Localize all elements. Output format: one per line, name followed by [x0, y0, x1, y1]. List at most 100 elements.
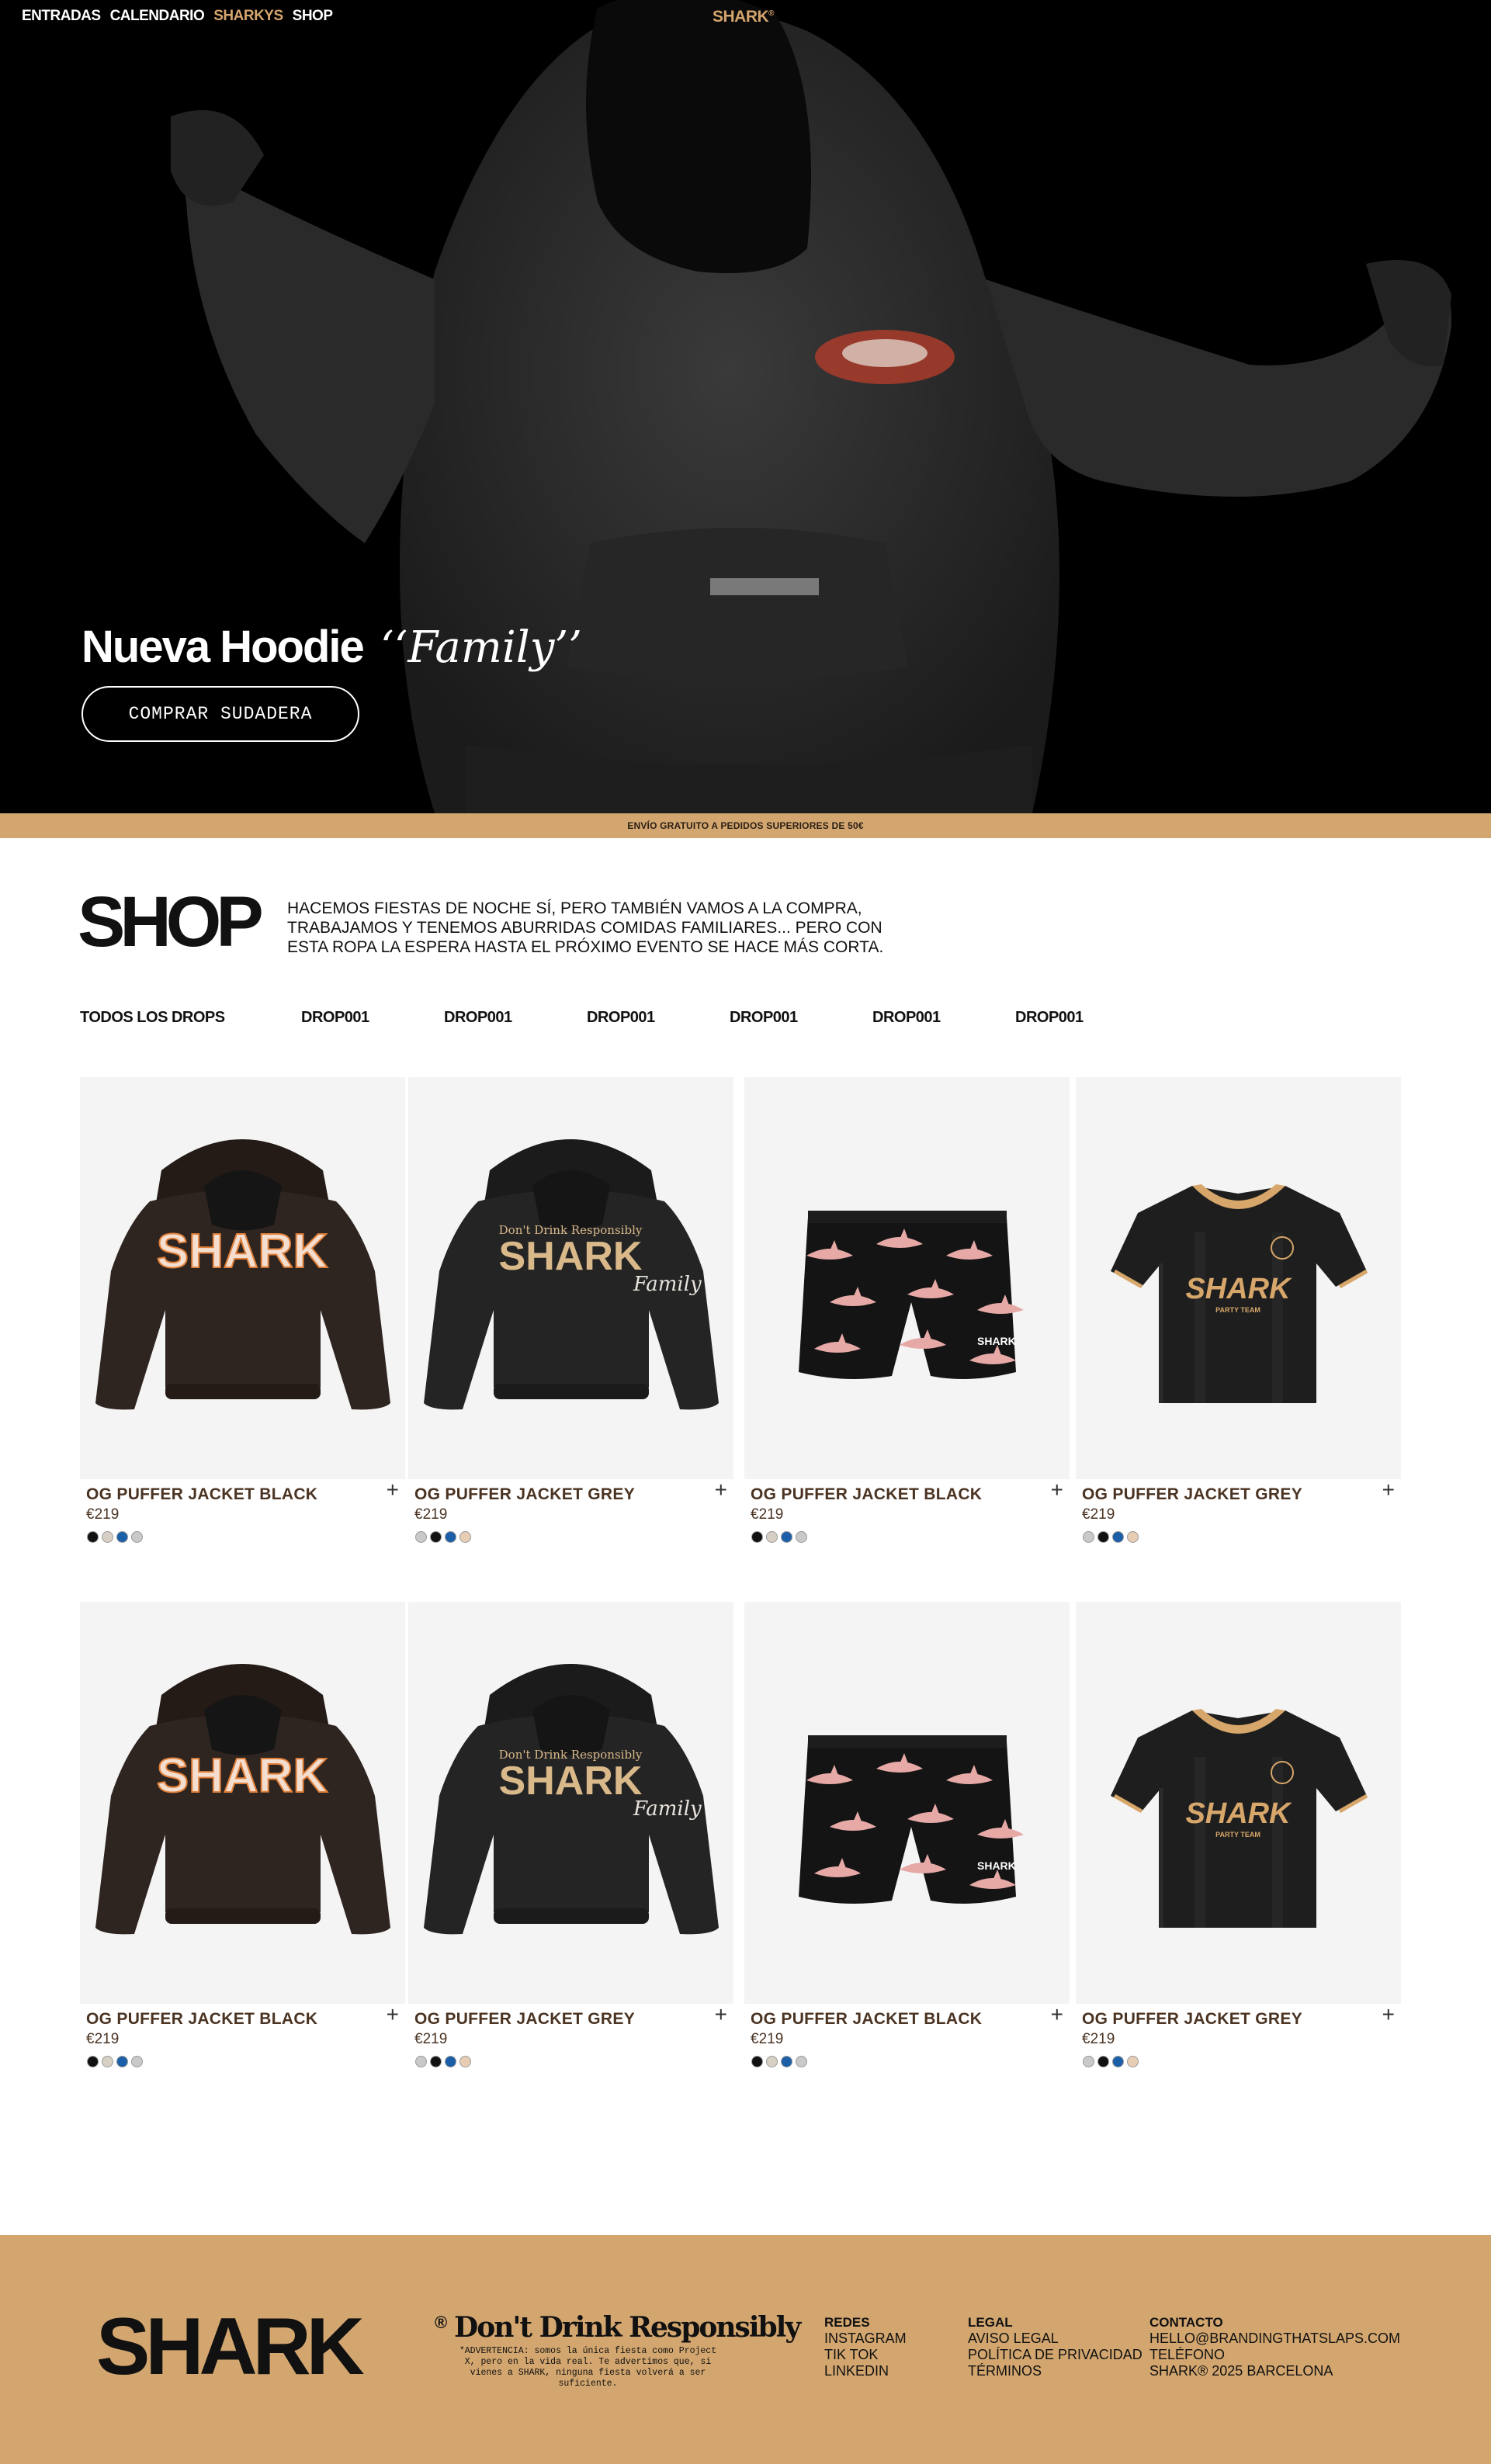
color-swatch[interactable] — [102, 1531, 113, 1543]
add-to-cart-plus-icon[interactable]: + — [1051, 1479, 1063, 1501]
color-swatch[interactable] — [459, 1531, 471, 1543]
footer-link-linkedin[interactable]: LINKEDIN — [824, 2363, 907, 2379]
color-swatch[interactable] — [1083, 2056, 1094, 2067]
color-swatch[interactable] — [1127, 1531, 1139, 1543]
color-swatch[interactable] — [1112, 1531, 1124, 1543]
footer-contact-phone[interactable]: TELÉFONO — [1149, 2347, 1400, 2363]
color-swatch[interactable] — [766, 1531, 778, 1543]
filter-drop-3[interactable]: DROP001 — [587, 1009, 730, 1027]
drop-filters: TODOS LOS DROPS DROP001 DROP001 DROP001 … — [80, 1009, 1084, 1027]
color-swatches — [1083, 1531, 1139, 1543]
color-swatch[interactable] — [1097, 2056, 1109, 2067]
color-swatch[interactable] — [116, 2056, 128, 2067]
product-image[interactable]: SHARK — [744, 1077, 1070, 1479]
color-swatch[interactable] — [1083, 1531, 1094, 1543]
add-to-cart-plus-icon[interactable]: + — [715, 2004, 727, 2026]
add-to-cart-plus-icon[interactable]: + — [715, 1479, 727, 1501]
add-to-cart-plus-icon[interactable]: + — [387, 2004, 399, 2026]
site-logo[interactable]: SHARK® — [713, 8, 775, 26]
footer-registered-mark: ® — [435, 2313, 448, 2332]
site-logo-mark: ® — [768, 9, 775, 18]
product-image[interactable]: SHARK — [80, 1077, 405, 1479]
add-to-cart-plus-icon[interactable]: + — [387, 1479, 399, 1501]
product-image[interactable]: SHARK PARTY TEAM — [1076, 1602, 1401, 2004]
footer-link-aviso-legal[interactable]: AVISO LEGAL — [968, 2331, 1143, 2347]
filter-drop-6[interactable]: DROP001 — [1015, 1009, 1084, 1027]
color-swatch[interactable] — [445, 2056, 456, 2067]
color-swatch[interactable] — [131, 1531, 143, 1543]
filter-drop-5[interactable]: DROP001 — [872, 1009, 1015, 1027]
print-text: SHARK — [1185, 1273, 1292, 1305]
site-logo-text: SHARK — [713, 8, 769, 26]
footer-link-terminos[interactable]: TÉRMINOS — [968, 2363, 1143, 2379]
color-swatch[interactable] — [751, 1531, 763, 1543]
product-image[interactable]: SHARK Don't Drink Responsibly Family — [408, 1077, 733, 1479]
color-swatch[interactable] — [116, 1531, 128, 1543]
footer-link-instagram[interactable]: INSTAGRAM — [824, 2331, 907, 2347]
color-swatch[interactable] — [766, 2056, 778, 2067]
color-swatch[interactable] — [1112, 2056, 1124, 2067]
color-swatch[interactable] — [1097, 1531, 1109, 1543]
shop-title: SHOP — [78, 882, 264, 962]
footer-link-tiktok[interactable]: TIK TOK — [824, 2347, 907, 2363]
add-to-cart-plus-icon[interactable]: + — [1382, 1479, 1395, 1501]
color-swatch[interactable] — [102, 2056, 113, 2067]
color-swatch[interactable] — [781, 2056, 792, 2067]
filter-all-drops[interactable]: TODOS LOS DROPS — [80, 1009, 301, 1027]
product-name[interactable]: OG PUFFER JACKET BLACK — [751, 2010, 982, 2029]
footer-link-privacidad[interactable]: POLÍTICA DE PRIVACIDAD — [968, 2347, 1143, 2363]
add-to-cart-plus-icon[interactable]: + — [1382, 2004, 1395, 2026]
print-text: SHARK — [157, 1749, 328, 1803]
product-name[interactable]: OG PUFFER JACKET GREY — [1082, 2010, 1302, 2029]
color-swatches — [751, 2056, 807, 2067]
color-swatch[interactable] — [751, 2056, 763, 2067]
product-image[interactable]: SHARK — [80, 1602, 405, 2004]
product-name[interactable]: OG PUFFER JACKET BLACK — [751, 1485, 982, 1504]
color-swatch[interactable] — [445, 1531, 456, 1543]
color-swatch[interactable] — [415, 2056, 427, 2067]
nav-item-shop[interactable]: SHOP — [293, 8, 333, 25]
filter-drop-2[interactable]: DROP001 — [444, 1009, 587, 1027]
nav-item-calendario[interactable]: CALENDARIO — [110, 8, 205, 25]
print-text: SHARK — [157, 1225, 328, 1278]
color-swatch[interactable] — [459, 2056, 471, 2067]
color-swatch[interactable] — [430, 1531, 442, 1543]
footer-legal-heading: LEGAL — [968, 2315, 1013, 2330]
print-text: SHARK — [499, 1234, 643, 1279]
print-text: SHARK — [977, 1335, 1016, 1347]
product-price: €219 — [751, 2031, 784, 2047]
product-name[interactable]: OG PUFFER JACKET BLACK — [86, 2010, 317, 2029]
nav-item-entradas[interactable]: ENTRADAS — [22, 8, 101, 25]
print-text: SHARK — [977, 1859, 1016, 1872]
color-swatch[interactable] — [781, 1531, 792, 1543]
color-swatch[interactable] — [87, 1531, 99, 1543]
nav-item-sharkys[interactable]: SHARKYS — [213, 8, 283, 25]
color-swatch[interactable] — [1127, 2056, 1139, 2067]
color-swatch[interactable] — [415, 1531, 427, 1543]
color-swatch[interactable] — [430, 2056, 442, 2067]
print-text-small: Don't Drink Responsibly — [499, 1223, 643, 1237]
site-footer: SHARK ® Don't Drink Responsibly *ADVERTE… — [0, 2235, 1491, 2464]
color-swatches — [415, 2056, 471, 2067]
buy-hoodie-button[interactable]: COMPRAR SUDADERA — [81, 686, 359, 742]
product-image[interactable]: SHARK — [744, 1602, 1070, 2004]
footer-contact-email[interactable]: HELLO@BRANDINGTHATSLAPS.COM — [1149, 2331, 1400, 2347]
product-image[interactable]: SHARK PARTY TEAM — [1076, 1077, 1401, 1479]
product-name[interactable]: OG PUFFER JACKET GREY — [414, 2010, 635, 2029]
hero-title-script: ‘‘Family’’ — [380, 622, 582, 673]
add-to-cart-plus-icon[interactable]: + — [1051, 2004, 1063, 2026]
color-swatch[interactable] — [796, 2056, 807, 2067]
product-name[interactable]: OG PUFFER JACKET GREY — [1082, 1485, 1302, 1504]
footer-logo[interactable]: SHARK — [96, 2306, 365, 2387]
hero-title: Nueva Hoodie ‘‘Family’’ — [81, 621, 582, 673]
product-name[interactable]: OG PUFFER JACKET GREY — [414, 1485, 635, 1504]
filter-drop-4[interactable]: DROP001 — [730, 1009, 872, 1027]
filter-drop-1[interactable]: DROP001 — [301, 1009, 444, 1027]
product-name[interactable]: OG PUFFER JACKET BLACK — [86, 1485, 317, 1504]
color-swatch[interactable] — [796, 1531, 807, 1543]
color-swatch[interactable] — [87, 2056, 99, 2067]
print-text: SHARK — [1185, 1797, 1292, 1830]
print-text-script: Family — [633, 1797, 702, 1821]
color-swatch[interactable] — [131, 2056, 143, 2067]
product-image[interactable]: SHARK Don't Drink Responsibly Family — [408, 1602, 733, 2004]
